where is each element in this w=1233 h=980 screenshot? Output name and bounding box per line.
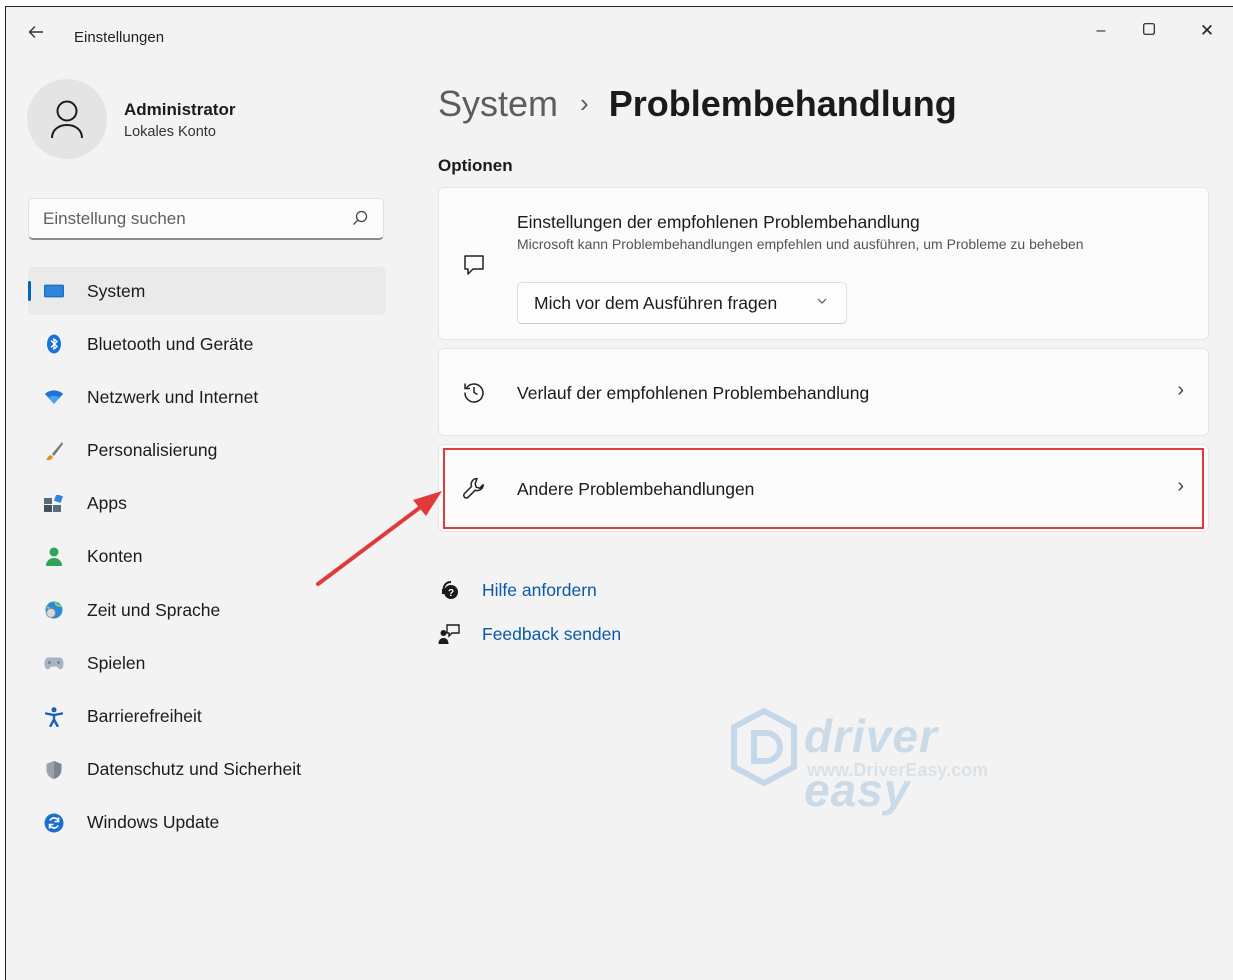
maximize-button[interactable] [1126, 15, 1172, 47]
chat-icon [461, 252, 487, 278]
maximize-icon [1143, 23, 1155, 35]
sidebar-item-apps[interactable]: Apps [28, 480, 386, 528]
sidebar-item-label: Personalisierung [87, 440, 218, 461]
person-icon [44, 547, 64, 567]
section-title: Optionen [438, 156, 513, 175]
search-input[interactable] [43, 207, 333, 231]
sidebar-item-system[interactable]: System [28, 267, 386, 315]
driver-easy-logo-icon [731, 707, 797, 787]
link-label: Feedback senden [482, 623, 622, 644]
chevron-right-icon: › [1177, 379, 1184, 401]
svg-text:?: ? [448, 588, 454, 599]
sidebar-item-time-language[interactable]: Zeit und Sprache [28, 586, 386, 634]
feedback-icon [438, 623, 460, 645]
card-title: Verlauf der empfohlenen Problembehandlun… [517, 383, 870, 403]
link-label: Hilfe anfordern [482, 579, 597, 600]
wifi-icon [44, 387, 64, 407]
page-title: Problembehandlung [608, 83, 957, 124]
avatar[interactable] [27, 79, 107, 159]
help-icon: ? [438, 579, 460, 601]
search-icon[interactable] [351, 209, 369, 227]
sidebar-item-personalization[interactable]: Personalisierung [28, 427, 386, 475]
card-description: Microsoft kann Problembehandlungen empfe… [517, 236, 1084, 252]
search-box [28, 198, 384, 240]
sidebar-item-label: Netzwerk und Internet [87, 386, 259, 407]
sidebar-item-label: Spielen [87, 652, 146, 673]
sidebar-item-label: Bluetooth und Geräte [87, 333, 254, 354]
breadcrumb-separator: › [580, 88, 589, 118]
update-icon [44, 813, 64, 833]
back-arrow-icon [28, 26, 43, 38]
sidebar-item-label: System [87, 280, 146, 301]
recommended-troubleshooter-history-card[interactable]: Verlauf der empfohlenen Problembehandlun… [438, 348, 1209, 436]
profile-account-type: Lokales Konto [124, 124, 216, 140]
chevron-right-icon: › [1177, 475, 1184, 497]
dropdown-value: Mich vor dem Ausführen fragen [534, 292, 778, 313]
sidebar-item-gaming[interactable]: Spielen [28, 639, 386, 687]
apps-icon [44, 494, 64, 514]
bluetooth-icon [44, 334, 64, 354]
back-button[interactable] [24, 23, 48, 47]
watermark-url: www.DriverEasy.com [807, 760, 989, 780]
card-title: Einstellungen der empfohlenen Problembeh… [517, 212, 920, 232]
history-icon [461, 379, 487, 405]
sidebar-item-label: Apps [87, 493, 127, 514]
shield-icon [44, 760, 64, 780]
get-help-link[interactable]: ? Hilfe anfordern [438, 579, 597, 601]
sidebar-item-label: Konten [87, 546, 143, 567]
sidebar-item-privacy[interactable]: Datenschutz und Sicherheit [28, 746, 386, 794]
sidebar-item-network[interactable]: Netzwerk und Internet [28, 373, 386, 421]
troubleshooter-mode-dropdown[interactable]: Mich vor dem Ausführen fragen [517, 282, 847, 324]
breadcrumb-parent[interactable]: System [438, 83, 558, 125]
recommended-troubleshooter-settings-card: Einstellungen der empfohlenen Problembeh… [438, 187, 1209, 340]
sidebar-item-accounts[interactable]: Konten [28, 533, 386, 581]
sidebar-item-bluetooth[interactable]: Bluetooth und Geräte [28, 320, 386, 368]
sidebar-item-label: Barrierefreiheit [87, 706, 202, 726]
wrench-icon [461, 475, 487, 501]
sidebar-item-windows-update[interactable]: Windows Update [28, 799, 386, 847]
title-bar: Einstellungen – ✕ [6, 7, 1233, 63]
settings-window: Einstellungen – ✕ Administrator Lokales … [5, 6, 1233, 980]
gamepad-icon [44, 653, 64, 673]
accessibility-icon [44, 706, 64, 727]
sidebar-item-label: Windows Update [87, 812, 220, 833]
watermark: driver easy www.DriverEasy.com [724, 701, 1054, 816]
user-icon [51, 100, 83, 139]
chevron-down-icon [817, 298, 827, 304]
profile-name: Administrator [124, 100, 236, 119]
sidebar-item-accessibility[interactable]: Barrierefreiheit [28, 693, 386, 741]
breadcrumb: System › Problembehandlung [438, 83, 957, 133]
other-troubleshooters-card[interactable]: Andere Problembehandlungen › [438, 444, 1209, 532]
close-button[interactable]: ✕ [1184, 15, 1230, 47]
sidebar-item-label: Zeit und Sprache [87, 599, 221, 620]
card-title: Andere Problembehandlungen [517, 479, 755, 499]
sidebar-nav: System Bluetooth und Geräte Netzwerk und… [28, 267, 386, 852]
globe-clock-icon [44, 600, 64, 620]
system-icon [44, 281, 64, 301]
app-title: Einstellungen [74, 29, 165, 46]
send-feedback-link[interactable]: Feedback senden [438, 623, 621, 645]
sidebar-item-label: Datenschutz und Sicherheit [87, 759, 302, 780]
active-indicator [28, 281, 31, 301]
minimize-button[interactable]: – [1078, 15, 1124, 47]
brush-icon [44, 441, 64, 461]
